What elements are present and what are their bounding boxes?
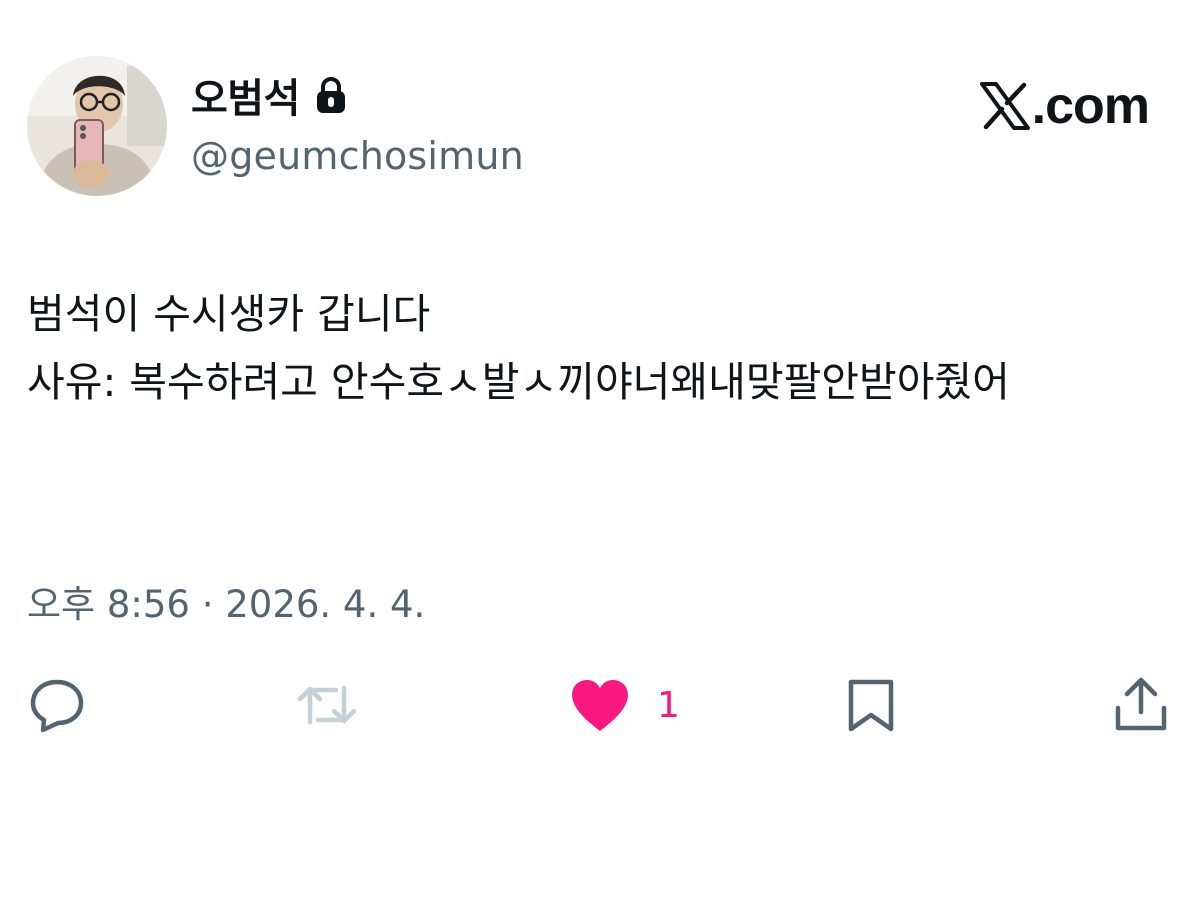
tweet-date: 2026. 4. 4. [225,583,426,626]
tweet-time: 오후 8:56 [27,583,190,626]
lock-icon [314,75,348,115]
timestamp-separator: · [201,583,214,626]
retweet-icon [297,685,357,725]
tweet-text: 범석이 수시생카 갑니다 사유: 복수하려고 안수호ㅅ발ㅅ끼야너왜내맞팔안받아줬… [27,290,1010,406]
display-name-row: 오범석 [191,68,348,122]
retweet-button[interactable] [296,670,358,740]
avatar[interactable] [27,56,167,196]
like-button[interactable]: 1 [569,670,680,740]
tweet-timestamp[interactable]: 오후 8:56 · 2026. 4. 4. [27,574,425,628]
share-icon [1115,677,1167,731]
heart-icon [572,680,628,731]
user-handle[interactable]: @geumchosimun [191,134,524,178]
bookmark-icon [848,679,894,732]
x-logo-icon [979,82,1030,130]
display-name[interactable]: 오범석 [191,66,300,124]
bookmark-button[interactable] [845,670,897,740]
reply-icon [30,679,84,733]
profile-photo [27,56,167,196]
x-logo-text: .com [1031,77,1150,135]
reply-button[interactable] [28,670,86,740]
x-com-logo: .com [979,76,1150,136]
like-count: 1 [657,684,680,726]
tweet-actions: 1 [0,670,1199,740]
share-button[interactable] [1113,670,1169,740]
